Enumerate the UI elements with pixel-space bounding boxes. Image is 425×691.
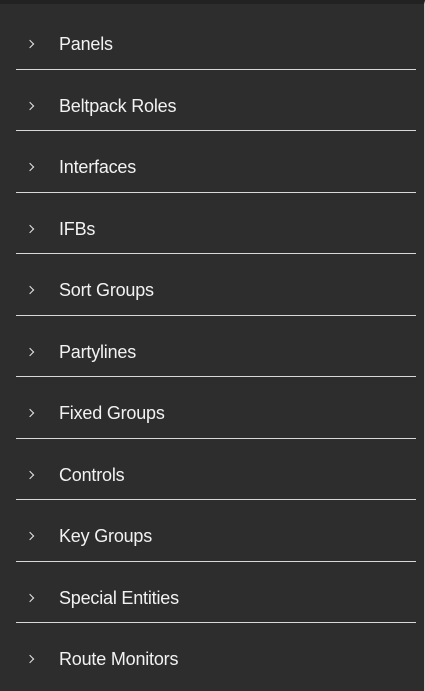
chevron-right-icon[interactable] [25,347,35,356]
group-item-key-groups[interactable]: Key Groups [16,500,416,562]
entity-groups-panel: Panels Beltpack Roles Interfaces IFBs So… [0,0,425,691]
chevron-right-icon[interactable] [25,285,35,295]
group-item-label: Panels [59,34,113,54]
group-item-partylines[interactable]: Partylines [16,316,416,377]
group-list: Panels Beltpack Roles Interfaces IFBs So… [16,8,416,685]
group-item-label: Key Groups [59,526,153,546]
group-item-interfaces[interactable]: Interfaces [16,131,416,193]
group-item-label: IFBs [59,218,96,239]
chevron-right-icon[interactable] [25,224,35,233]
group-item-label: Sort Groups [59,280,154,300]
group-item-beltpack-roles[interactable]: Beltpack Roles [16,70,416,131]
group-item-label: Beltpack Roles [59,95,177,116]
chevron-right-icon[interactable] [25,654,35,664]
chevron-right-icon[interactable] [25,162,35,172]
group-item-label: Interfaces [59,157,137,177]
group-item-special-entities[interactable]: Special Entities [16,562,416,623]
group-item-sort-groups[interactable]: Sort Groups [16,254,416,316]
group-item-label: Controls [59,464,125,485]
group-item-label: Partylines [59,341,137,362]
chevron-right-icon[interactable] [25,101,35,110]
chevron-right-icon[interactable] [25,39,35,49]
chevron-right-icon[interactable] [25,408,35,418]
group-item-fixed-groups[interactable]: Fixed Groups [16,377,416,439]
chevron-right-icon[interactable] [25,593,35,602]
group-item-controls[interactable]: Controls [16,439,416,500]
group-item-label: Route Monitors [59,649,179,669]
group-item-label: Special Entities [59,587,179,608]
chevron-right-icon[interactable] [25,470,35,479]
group-item-label: Fixed Groups [59,403,165,423]
group-item-route-monitors[interactable]: Route Monitors [16,623,416,685]
chevron-right-icon[interactable] [25,531,35,541]
group-item-panels[interactable]: Panels [16,8,416,70]
group-item-ifbs[interactable]: IFBs [16,193,416,254]
